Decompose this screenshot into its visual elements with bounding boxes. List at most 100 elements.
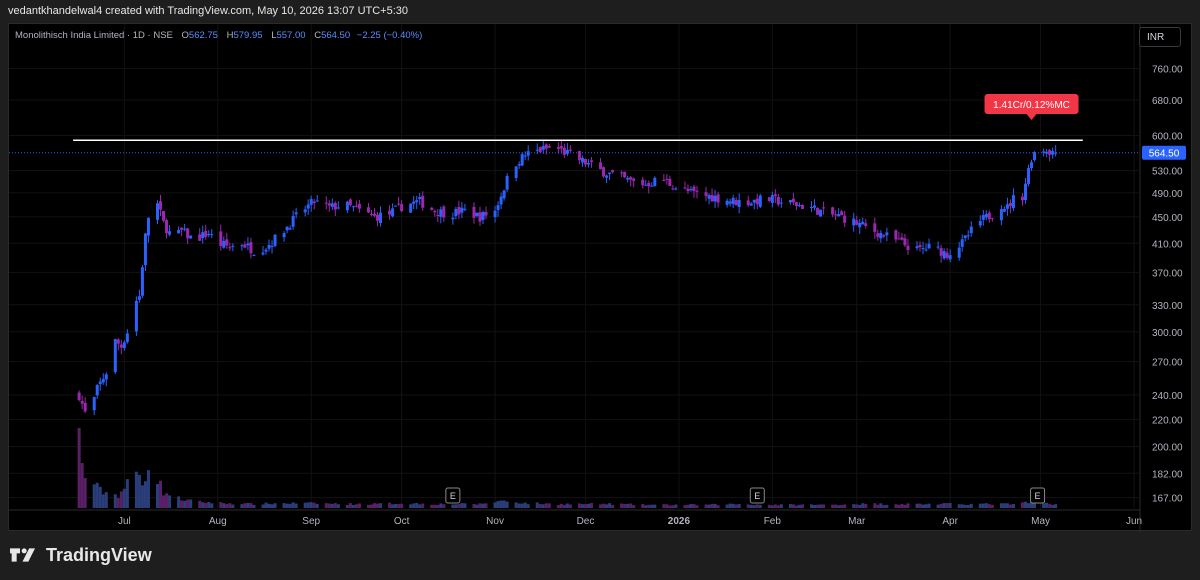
candle-body bbox=[472, 206, 476, 218]
volume-bar bbox=[162, 495, 166, 508]
candle-body bbox=[122, 342, 126, 349]
candle-body bbox=[1011, 195, 1015, 209]
y-tick-label: 182.00 bbox=[1152, 469, 1183, 480]
x-tick-label: Aug bbox=[209, 516, 227, 527]
candle-body bbox=[270, 245, 274, 247]
volume-bar bbox=[731, 503, 735, 508]
open-value: 562.75 bbox=[188, 30, 218, 41]
volume-bar bbox=[409, 504, 413, 508]
currency-button[interactable]: INR bbox=[1139, 27, 1181, 47]
candle-body bbox=[662, 179, 666, 182]
candle-body bbox=[478, 212, 482, 222]
candle-body bbox=[186, 228, 190, 239]
volume-bar bbox=[104, 492, 108, 508]
candle-body bbox=[788, 199, 792, 203]
candle-body bbox=[731, 197, 735, 205]
candle-body bbox=[695, 190, 699, 192]
volume-bar bbox=[156, 483, 159, 508]
candle-body bbox=[333, 202, 337, 210]
candle-body bbox=[541, 145, 545, 150]
candle-body bbox=[644, 184, 648, 186]
volume-bar bbox=[1024, 501, 1027, 508]
candle-body bbox=[668, 178, 672, 186]
high-value: 579.95 bbox=[233, 30, 263, 41]
volume-bar bbox=[608, 503, 612, 508]
candle-body bbox=[903, 238, 907, 246]
candle-body bbox=[773, 194, 777, 197]
volume-bar bbox=[837, 505, 841, 508]
volume-bar bbox=[369, 504, 373, 508]
volume-bar bbox=[1008, 504, 1012, 508]
volume-bar bbox=[397, 504, 401, 508]
earnings-marker-label: E bbox=[450, 491, 456, 501]
volume-bar bbox=[180, 500, 184, 508]
volume-bar bbox=[611, 504, 615, 508]
candle-body bbox=[95, 384, 99, 396]
candle-body bbox=[999, 209, 1003, 221]
low-value: 557.00 bbox=[276, 30, 306, 41]
price-chart[interactable]: 760.00 680.00 600.00 530.00 490.00 450.00 410.… bbox=[9, 24, 1193, 532]
volume-bar bbox=[526, 504, 530, 508]
candle-body bbox=[439, 209, 443, 217]
volume-bar bbox=[210, 503, 214, 508]
candle-body bbox=[734, 200, 738, 206]
candle-body bbox=[324, 202, 328, 204]
volume-bar bbox=[442, 504, 446, 508]
candle-body bbox=[409, 203, 413, 213]
volume-bar bbox=[541, 504, 545, 508]
candle-body bbox=[394, 205, 398, 207]
volume-bar bbox=[439, 503, 443, 508]
volume-bar bbox=[186, 499, 190, 508]
candle-body bbox=[183, 228, 187, 230]
volume-bar bbox=[165, 493, 169, 508]
candle-body bbox=[885, 232, 889, 236]
volume-bar bbox=[354, 504, 358, 508]
candle-body bbox=[366, 207, 370, 213]
y-tick-label: 200.00 bbox=[1152, 443, 1183, 454]
volume-bar bbox=[1002, 503, 1006, 508]
volume-bar bbox=[451, 504, 455, 508]
candle-body bbox=[189, 235, 193, 239]
candle-body bbox=[330, 203, 334, 207]
volume-bar bbox=[306, 502, 310, 508]
candle-body bbox=[1008, 202, 1012, 207]
candle-body bbox=[388, 210, 392, 215]
volume-bar bbox=[583, 504, 587, 508]
volume-bar bbox=[632, 505, 636, 508]
candle-body bbox=[116, 339, 120, 344]
candle-body bbox=[800, 204, 804, 209]
candle-body bbox=[348, 199, 352, 206]
volume-bar bbox=[858, 504, 862, 508]
candle-body bbox=[288, 228, 292, 230]
x-tick-label: Apr bbox=[942, 516, 958, 527]
candle-body bbox=[580, 157, 584, 163]
volume-bar bbox=[737, 503, 741, 508]
candle-body bbox=[1005, 204, 1009, 209]
candle-body bbox=[379, 212, 383, 224]
candle-body bbox=[165, 220, 169, 234]
volume-bar bbox=[315, 503, 319, 508]
volume-bar bbox=[969, 503, 973, 508]
y-tick-label: 370.00 bbox=[1152, 268, 1183, 279]
chart-panel[interactable]: 760.00 680.00 600.00 530.00 490.00 450.00 410.… bbox=[8, 23, 1193, 532]
volume-bar bbox=[927, 503, 931, 508]
volume-bar bbox=[626, 503, 630, 508]
volume-bar bbox=[77, 428, 81, 508]
candle-body bbox=[1002, 209, 1006, 212]
volume-bar bbox=[514, 502, 518, 508]
volume-bar bbox=[201, 502, 205, 508]
candle-body bbox=[180, 227, 184, 230]
candle-body bbox=[605, 175, 609, 178]
volume-bar bbox=[333, 503, 337, 508]
candle-body bbox=[819, 209, 823, 217]
volume-bar bbox=[544, 503, 548, 508]
volume-bar bbox=[999, 503, 1003, 508]
volume-bar bbox=[800, 504, 804, 508]
candle-body bbox=[526, 151, 530, 156]
candle-body bbox=[822, 207, 826, 209]
candle-body bbox=[776, 196, 780, 205]
candle-body bbox=[632, 178, 636, 181]
footer-brand: TradingView bbox=[10, 544, 152, 566]
volume-bar bbox=[204, 503, 208, 508]
volume-bar bbox=[629, 503, 633, 508]
